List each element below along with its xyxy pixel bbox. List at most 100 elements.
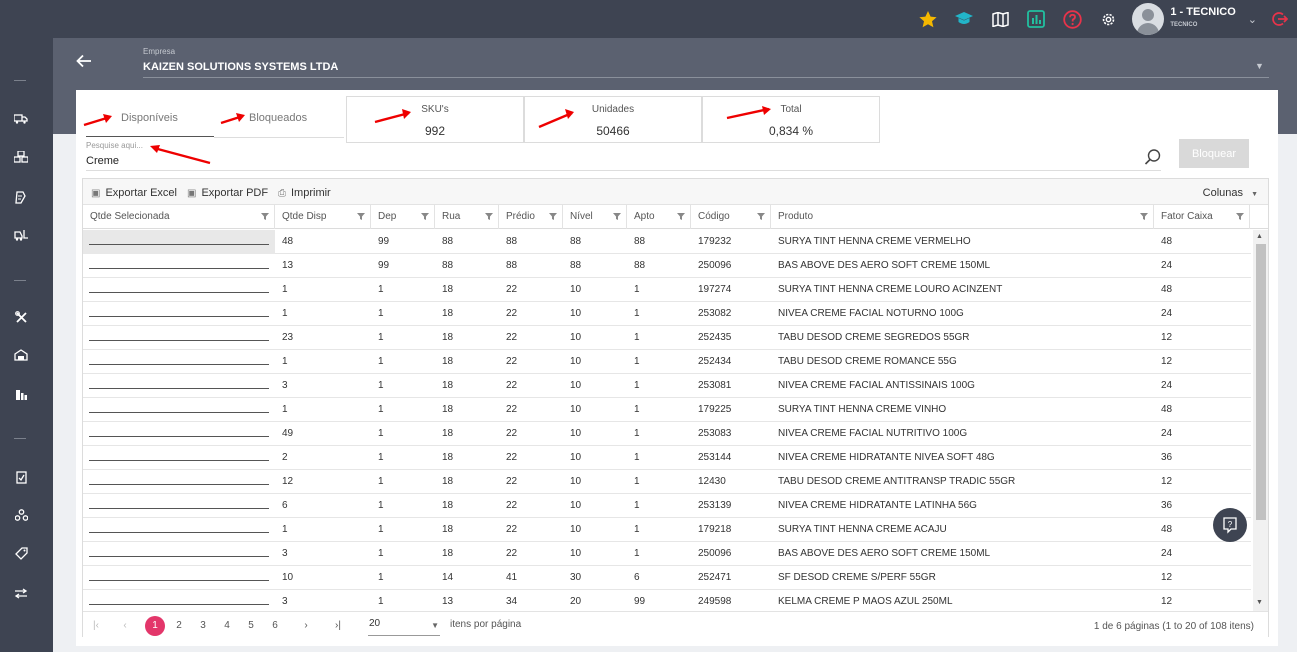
avatar[interactable] [1132, 3, 1165, 35]
cell-qtde-selecionada[interactable] [83, 470, 275, 494]
quantity-input[interactable] [89, 292, 269, 293]
table-row[interactable]: 1 1 18 22 10 1 253082 NIVEA CREME FACIAL NOTURN… [83, 302, 1251, 326]
cell-qtde-selecionada[interactable] [83, 494, 275, 518]
truck-icon[interactable] [12, 110, 30, 128]
tab-bloqueados[interactable]: Bloqueados [249, 112, 307, 124]
table-row[interactable]: 3 1 18 22 10 1 253081 NIVEA CREME FACIAL ANTISS… [83, 374, 1251, 398]
table-row[interactable]: 1 1 18 22 10 1 179225 SURYA TINT HENNA CREME VI… [83, 398, 1251, 422]
company-select[interactable]: KAIZEN SOLUTIONS SYSTEMS LTDA [143, 61, 338, 73]
column-header-rua[interactable]: Rua [435, 205, 499, 229]
graduation-cap-icon[interactable] [946, 0, 982, 38]
gear-icon[interactable] [1090, 0, 1126, 38]
cell-qtde-selecionada[interactable] [83, 230, 275, 254]
page-button-3[interactable]: 3 [194, 617, 212, 635]
quantity-input[interactable] [89, 460, 269, 461]
back-arrow-icon[interactable] [76, 54, 92, 73]
quantity-input[interactable] [89, 436, 269, 437]
scrollbar-thumb[interactable] [1256, 244, 1266, 520]
column-header-fator-caixa[interactable]: Fator Caixa [1154, 205, 1250, 229]
table-row[interactable]: 6 1 18 22 10 1 253139 NIVEA CREME HIDRATANTE LA… [83, 494, 1251, 518]
filter-icon[interactable] [421, 213, 429, 220]
next-page-icon[interactable]: › [297, 617, 315, 635]
table-row[interactable]: 3 1 13 34 20 99 249598 KELMA CREME P MAOS AZUL … [83, 590, 1251, 611]
chat-help-icon[interactable]: ? [1213, 508, 1247, 542]
quantity-input[interactable] [89, 316, 269, 317]
quantity-input[interactable] [89, 412, 269, 413]
last-page-icon[interactable]: ›| [329, 617, 347, 635]
cell-qtde-selecionada[interactable] [83, 566, 275, 590]
quantity-input[interactable] [89, 484, 269, 485]
tools-icon[interactable] [12, 308, 30, 326]
chevron-down-icon[interactable]: ⌄ [1248, 13, 1257, 26]
table-row[interactable]: 3 1 18 22 10 1 250096 BAS ABOVE DES AERO SOFT C… [83, 542, 1251, 566]
cell-qtde-selecionada[interactable] [83, 446, 275, 470]
table-row[interactable]: 1 1 18 22 10 1 197274 SURYA TINT HENNA CREME LO… [83, 278, 1251, 302]
quantity-input[interactable] [89, 388, 269, 389]
prev-page-icon[interactable]: ‹ [116, 617, 134, 635]
scroll-down-icon[interactable]: ▼ [1256, 599, 1263, 606]
page-button-6[interactable]: 6 [266, 617, 284, 635]
table-row[interactable]: 49 1 18 22 10 1 253083 NIVEA CREME FACIAL NUTRI… [83, 422, 1251, 446]
page-button-4[interactable]: 4 [218, 617, 236, 635]
document-stack-icon[interactable] [12, 188, 30, 206]
quantity-input[interactable] [89, 556, 269, 557]
column-header-qtde-selecionada[interactable]: Qtde Selecionada [83, 205, 275, 229]
transfer-icon[interactable] [12, 584, 30, 602]
column-header-predio[interactable]: Prédio [499, 205, 563, 229]
filter-icon[interactable] [549, 213, 557, 220]
column-header-codigo[interactable]: Código [691, 205, 771, 229]
clipboard-check-icon[interactable] [12, 468, 30, 486]
buildings-icon[interactable] [12, 384, 30, 402]
cell-qtde-selecionada[interactable] [83, 398, 275, 422]
search-icon[interactable] [1144, 148, 1162, 166]
filter-icon[interactable] [1236, 213, 1244, 220]
export-pdf-button[interactable]: ▣ Exportar PDF [187, 187, 268, 199]
page-button-5[interactable]: 5 [242, 617, 260, 635]
filter-icon[interactable] [261, 213, 269, 220]
quantity-input[interactable] [89, 532, 269, 533]
quantity-input[interactable] [89, 268, 269, 269]
quantity-input[interactable] [89, 244, 269, 245]
page-button-1[interactable]: 1 [145, 616, 165, 636]
logout-icon[interactable] [1263, 0, 1297, 38]
column-header-qtde-disp[interactable]: Qtde Disp [275, 205, 371, 229]
cell-qtde-selecionada[interactable] [83, 254, 275, 278]
caret-down-icon[interactable]: ▼ [1255, 61, 1264, 71]
print-button[interactable]: ⎙ Imprimir [278, 187, 331, 199]
column-header-apto[interactable]: Apto [627, 205, 691, 229]
filter-icon[interactable] [357, 213, 365, 220]
forklift-icon[interactable] [12, 226, 30, 244]
warehouse-icon[interactable] [12, 346, 30, 364]
report-icon[interactable] [1018, 0, 1054, 38]
table-row[interactable]: 2 1 18 22 10 1 253144 NIVEA CREME HIDRATANTE NI… [83, 446, 1251, 470]
tab-disponiveis[interactable]: Disponíveis [121, 112, 178, 124]
cell-qtde-selecionada[interactable] [83, 422, 275, 446]
export-excel-button[interactable]: ▣ Exportar Excel [91, 187, 177, 199]
table-row[interactable]: 1 1 18 22 10 1 179218 SURYA TINT HENNA CREME AC… [83, 518, 1251, 542]
page-button-2[interactable]: 2 [170, 617, 188, 635]
quantity-input[interactable] [89, 508, 269, 509]
filter-icon[interactable] [485, 213, 493, 220]
columns-button[interactable]: Colunas ▼ [1203, 187, 1258, 199]
cell-qtde-selecionada[interactable] [83, 302, 275, 326]
help-circle-icon[interactable] [1054, 0, 1090, 38]
table-row[interactable]: 1 1 18 22 10 1 252434 TABU DESOD CREME ROMANCE … [83, 350, 1251, 374]
quantity-input[interactable] [89, 340, 269, 341]
vertical-scrollbar[interactable]: ▲ ▼ [1253, 230, 1268, 611]
table-row[interactable]: 48 99 88 88 88 88 179232 SURYA TINT HENNA CREME… [83, 230, 1251, 254]
user-menu[interactable]: 1 - TECNICO TECNICO ⌄ [1132, 3, 1257, 35]
filter-icon[interactable] [613, 213, 621, 220]
cell-qtde-selecionada[interactable] [83, 590, 275, 611]
cell-qtde-selecionada[interactable] [83, 374, 275, 398]
star-icon[interactable] [910, 0, 946, 38]
cell-qtde-selecionada[interactable] [83, 542, 275, 566]
table-row[interactable]: 10 1 14 41 30 6 252471 SF DESOD CREME S/PERF 55… [83, 566, 1251, 590]
cell-qtde-selecionada[interactable] [83, 518, 275, 542]
tag-icon[interactable] [12, 544, 30, 562]
block-button[interactable]: Bloquear [1179, 139, 1249, 168]
quantity-input[interactable] [89, 604, 269, 605]
quantity-input[interactable] [89, 364, 269, 365]
cell-qtde-selecionada[interactable] [83, 326, 275, 350]
network-icon[interactable] [12, 506, 30, 524]
table-row[interactable]: 23 1 18 22 10 1 252435 TABU DESOD CREME SEGREDO… [83, 326, 1251, 350]
